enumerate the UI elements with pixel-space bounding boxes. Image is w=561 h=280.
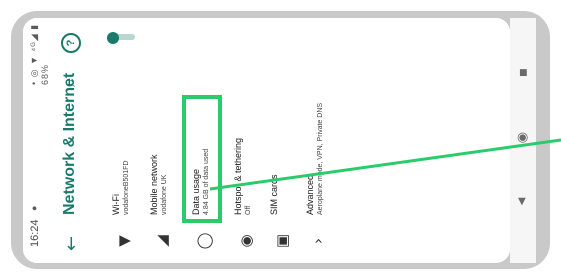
setting-label: Hotspot & tethering — [233, 137, 243, 215]
status-right-icons: • ◎ ▼ ⁴ᴳ◢ ▮ 68% — [29, 23, 50, 85]
home-button[interactable]: ◉ — [517, 130, 528, 145]
back-arrow-icon[interactable]: ← — [61, 236, 82, 251]
sim-card-icon: ▣ — [273, 233, 291, 249]
setting-item-advanced[interactable]: › Advanced Aeroplane mode, VPN, Private … — [301, 33, 335, 263]
wifi-toggle-thumb — [107, 32, 119, 44]
setting-summary: vodafone UK — [161, 174, 168, 215]
setting-label: Mobile network — [149, 154, 159, 215]
help-icon[interactable]: ? — [61, 33, 81, 53]
status-bar: 16:24 ● • ◎ ▼ ⁴ᴳ◢ ▮ 68% — [23, 18, 50, 263]
setting-label: Data usage — [191, 168, 201, 215]
data-usage-icon: ◯ — [195, 232, 213, 250]
hotspot-icon: ◉ — [237, 234, 255, 248]
data-usage-highlight — [182, 95, 222, 223]
setting-summary: 4.84 GB of data used — [203, 148, 210, 215]
setting-summary: Off — [245, 205, 252, 215]
back-button[interactable]: ◀ — [516, 198, 527, 206]
setting-label: Wi-Fi — [111, 194, 121, 215]
setting-summary: Aeroplane mode, VPN, Private DNS — [317, 102, 324, 215]
page-title: Network & Internet — [61, 72, 78, 215]
setting-item-sim-cards[interactable]: ▣ SIM cards — [265, 33, 299, 263]
recents-button[interactable]: ■ — [519, 68, 528, 78]
search-icon[interactable]: ⌕ — [61, 79, 79, 87]
phone-screen: 16:24 ● • ◎ ▼ ⁴ᴳ◢ ▮ 68% ← Network & Inte… — [23, 18, 510, 263]
setting-item-mobile-network[interactable]: ◢ Mobile network vodafone UK — [145, 33, 179, 263]
setting-item-data-usage[interactable]: ◯ Data usage 4.84 GB of data used — [182, 33, 222, 263]
status-time: 16:24 — [29, 219, 41, 247]
setting-label: Advanced — [305, 174, 315, 215]
setting-label: SIM cards — [269, 174, 279, 215]
navigation-bar: ■ ◉ ◀ — [510, 18, 536, 263]
setting-item-hotspot[interactable]: ◉ Hotspot & tethering Off — [229, 33, 263, 263]
chevron-right-icon: › — [309, 238, 327, 244]
signal-icon: ◢ — [153, 235, 171, 247]
settings-screen: 16:24 ● • ◎ ▼ ⁴ᴳ◢ ▮ 68% ← Network & Inte… — [23, 18, 510, 263]
wifi-icon: ▼ — [115, 235, 133, 247]
app-bar: ← Network & Internet ⌕ ? — [49, 18, 97, 263]
status-indicator-icon: ● — [29, 205, 39, 211]
setting-summary: vodafoneB501FD — [123, 160, 130, 215]
setting-item-wifi[interactable]: ▼ Wi-Fi vodafoneB501FD — [107, 32, 141, 263]
